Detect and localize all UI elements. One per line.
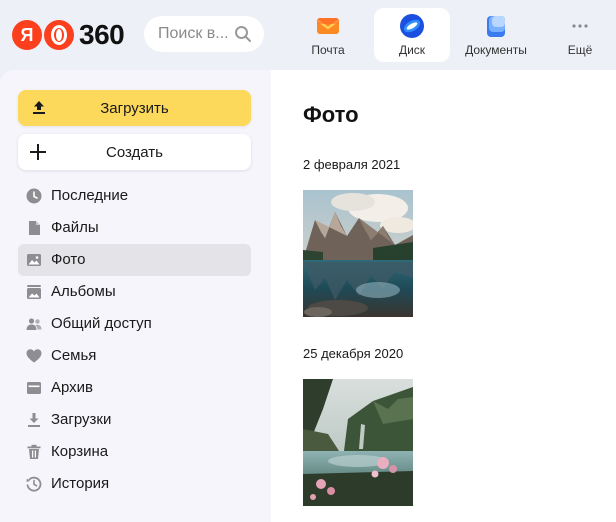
yandex-360-logo[interactable]: Я 360 — [12, 19, 125, 50]
sidebar: Загрузить Создать Последние Файлы Фото А… — [0, 70, 271, 522]
app-more-label: Ещё — [567, 43, 593, 57]
sidebar-item-label: Загрузки — [51, 411, 112, 428]
upload-button[interactable]: Загрузить — [18, 90, 251, 126]
sidebar-item-label: История — [51, 475, 110, 492]
trash-icon — [27, 444, 41, 459]
search-placeholder: Поиск в... — [158, 25, 229, 42]
mountain-lake-photo — [303, 190, 413, 317]
heart-icon — [26, 349, 42, 363]
file-icon — [29, 221, 40, 235]
date-group-header: 2 февраля 2021 — [303, 157, 401, 172]
sidebar-item-photo[interactable]: Фото — [18, 244, 251, 276]
search-input[interactable]: Поиск в... — [144, 16, 264, 52]
photo-icon — [27, 254, 41, 266]
sidebar-item-archive[interactable]: Архив — [18, 372, 251, 404]
plus-icon — [30, 144, 46, 160]
clock-icon — [26, 188, 42, 204]
app-disk-button[interactable]: Диск — [374, 8, 450, 62]
app-mail-button[interactable]: Почта — [290, 8, 366, 62]
photo-thumbnail[interactable] — [303, 190, 413, 317]
create-button[interactable]: Создать — [18, 134, 251, 170]
sidebar-item-label: Общий доступ — [51, 315, 152, 332]
app-disk-label: Диск — [398, 43, 426, 57]
sidebar-nav: Последние Файлы Фото Альбомы Общий досту… — [18, 180, 251, 500]
logo-rings-icon — [44, 20, 74, 50]
sidebar-item-label: Фото — [51, 251, 86, 268]
sidebar-item-label: Файлы — [51, 219, 99, 236]
search-icon — [235, 26, 251, 42]
disk-icon — [400, 14, 424, 38]
download-icon — [28, 413, 40, 427]
app-documents-label: Документы — [465, 43, 527, 57]
logo-number: 360 — [79, 19, 125, 50]
app-mail-label: Почта — [311, 43, 345, 57]
app-documents-button[interactable]: Документы — [458, 8, 534, 62]
sidebar-item-family[interactable]: Семья — [18, 340, 251, 372]
sidebar-item-albums[interactable]: Альбомы — [18, 276, 251, 308]
photo-thumbnail[interactable] — [303, 379, 413, 506]
upload-icon — [33, 101, 45, 114]
albums-icon — [27, 285, 41, 299]
page-title: Фото — [303, 102, 359, 127]
upload-label: Загрузить — [100, 99, 169, 117]
app-more-button[interactable]: Ещё — [542, 8, 616, 62]
create-label: Создать — [105, 143, 163, 161]
sidebar-item-label: Корзина — [51, 443, 109, 460]
sidebar-item-label: Альбомы — [51, 283, 116, 300]
sidebar-item-label: Семья — [51, 347, 97, 364]
more-dots-icon — [572, 24, 588, 28]
sidebar-item-trash[interactable]: Корзина — [18, 436, 251, 468]
top-header: Я 360 Поиск в... Почта Диск Документы Ещ… — [0, 0, 616, 70]
sidebar-item-label: Последние — [51, 187, 129, 204]
sidebar-item-downloads[interactable]: Загрузки — [18, 404, 251, 436]
sidebar-item-label: Архив — [51, 379, 94, 396]
sidebar-item-shared[interactable]: Общий доступ — [18, 308, 251, 340]
archive-icon — [27, 382, 41, 394]
logo-ya-badge: Я — [12, 20, 42, 50]
shared-users-icon — [26, 318, 42, 330]
history-icon — [26, 476, 42, 492]
date-group-header: 25 декабря 2020 — [303, 346, 404, 361]
sidebar-item-files[interactable]: Файлы — [18, 212, 251, 244]
mail-envelope-icon — [316, 18, 340, 34]
main-content: Фото 2 февраля 2021 25 декабря 2020 — [271, 70, 616, 522]
fjord-flowers-photo — [303, 379, 413, 506]
sidebar-item-history[interactable]: История — [18, 468, 251, 500]
documents-icon — [487, 16, 505, 37]
sidebar-item-recent[interactable]: Последние — [18, 180, 251, 212]
